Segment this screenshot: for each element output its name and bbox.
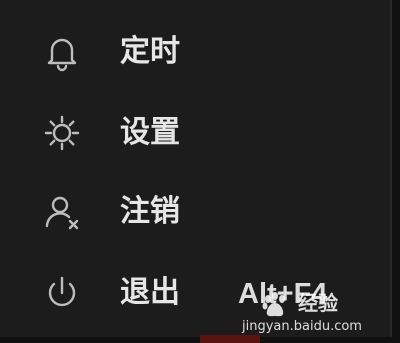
paw-icon xyxy=(260,291,290,319)
bell-icon xyxy=(40,30,84,74)
menu-item-settings[interactable]: 设置 xyxy=(0,95,390,171)
watermark-url: jingyan.baidu.com xyxy=(242,319,362,334)
menu-item-label: 定时 xyxy=(120,34,180,69)
menu-item-timer[interactable]: 定时 xyxy=(0,14,390,90)
menu-item-logout[interactable]: 注销 xyxy=(0,174,390,250)
menu-item-label: 退出 xyxy=(120,275,180,310)
power-icon xyxy=(40,271,84,315)
menu-item-label: 设置 xyxy=(120,115,180,150)
gear-icon xyxy=(40,111,84,155)
watermark-brand: 经验 xyxy=(298,291,338,315)
context-menu: 定时 设置 注销 退出 Alt+F4 xyxy=(0,0,392,337)
menu-item-label: 注销 xyxy=(120,194,180,229)
watermark: 经验 jingyan.baidu.com xyxy=(240,289,390,339)
user-logout-icon xyxy=(40,190,84,234)
